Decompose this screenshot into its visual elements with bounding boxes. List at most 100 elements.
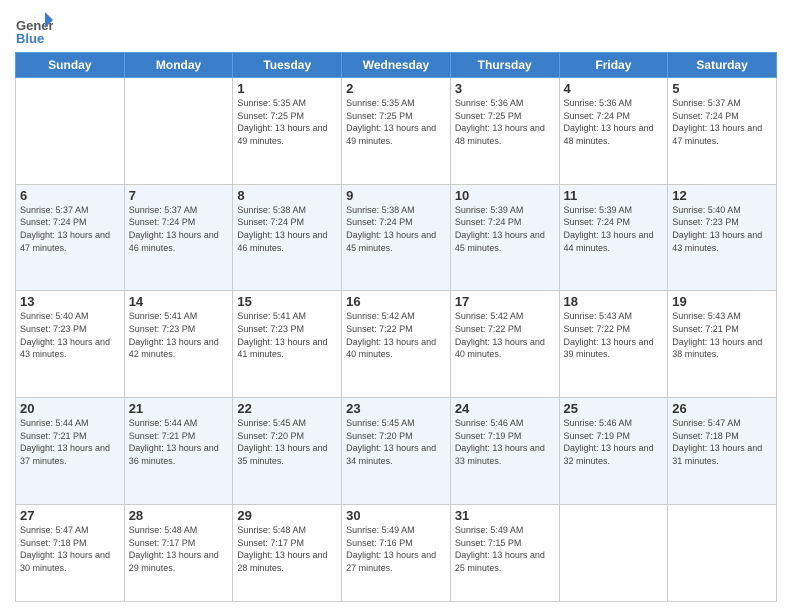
day-info: Sunrise: 5:46 AMSunset: 7:19 PMDaylight:… xyxy=(455,417,555,467)
day-info: Sunrise: 5:41 AMSunset: 7:23 PMDaylight:… xyxy=(237,310,337,360)
day-number: 11 xyxy=(564,188,664,203)
day-number: 3 xyxy=(455,81,555,96)
day-number: 23 xyxy=(346,401,446,416)
day-number: 6 xyxy=(20,188,120,203)
day-header: Thursday xyxy=(450,53,559,78)
calendar-cell xyxy=(16,78,125,185)
calendar-cell: 30Sunrise: 5:49 AMSunset: 7:16 PMDayligh… xyxy=(342,504,451,601)
day-number: 14 xyxy=(129,294,229,309)
day-header: Saturday xyxy=(668,53,777,78)
day-info: Sunrise: 5:38 AMSunset: 7:24 PMDaylight:… xyxy=(237,204,337,254)
day-number: 1 xyxy=(237,81,337,96)
calendar-week-row: 13Sunrise: 5:40 AMSunset: 7:23 PMDayligh… xyxy=(16,291,777,398)
calendar-cell: 25Sunrise: 5:46 AMSunset: 7:19 PMDayligh… xyxy=(559,398,668,505)
day-number: 4 xyxy=(564,81,664,96)
day-header: Sunday xyxy=(16,53,125,78)
day-number: 18 xyxy=(564,294,664,309)
day-number: 9 xyxy=(346,188,446,203)
calendar-cell: 21Sunrise: 5:44 AMSunset: 7:21 PMDayligh… xyxy=(124,398,233,505)
calendar-cell: 24Sunrise: 5:46 AMSunset: 7:19 PMDayligh… xyxy=(450,398,559,505)
day-number: 22 xyxy=(237,401,337,416)
day-info: Sunrise: 5:47 AMSunset: 7:18 PMDaylight:… xyxy=(672,417,772,467)
day-info: Sunrise: 5:42 AMSunset: 7:22 PMDaylight:… xyxy=(455,310,555,360)
day-info: Sunrise: 5:35 AMSunset: 7:25 PMDaylight:… xyxy=(237,97,337,147)
day-info: Sunrise: 5:40 AMSunset: 7:23 PMDaylight:… xyxy=(672,204,772,254)
calendar-week-row: 6Sunrise: 5:37 AMSunset: 7:24 PMDaylight… xyxy=(16,184,777,291)
day-header: Monday xyxy=(124,53,233,78)
calendar-cell: 7Sunrise: 5:37 AMSunset: 7:24 PMDaylight… xyxy=(124,184,233,291)
calendar-cell: 16Sunrise: 5:42 AMSunset: 7:22 PMDayligh… xyxy=(342,291,451,398)
day-info: Sunrise: 5:37 AMSunset: 7:24 PMDaylight:… xyxy=(672,97,772,147)
day-info: Sunrise: 5:39 AMSunset: 7:24 PMDaylight:… xyxy=(455,204,555,254)
day-number: 25 xyxy=(564,401,664,416)
calendar-cell: 3Sunrise: 5:36 AMSunset: 7:25 PMDaylight… xyxy=(450,78,559,185)
day-number: 7 xyxy=(129,188,229,203)
day-number: 17 xyxy=(455,294,555,309)
calendar-cell: 12Sunrise: 5:40 AMSunset: 7:23 PMDayligh… xyxy=(668,184,777,291)
day-number: 5 xyxy=(672,81,772,96)
calendar-cell: 18Sunrise: 5:43 AMSunset: 7:22 PMDayligh… xyxy=(559,291,668,398)
calendar-cell: 23Sunrise: 5:45 AMSunset: 7:20 PMDayligh… xyxy=(342,398,451,505)
day-number: 12 xyxy=(672,188,772,203)
day-info: Sunrise: 5:45 AMSunset: 7:20 PMDaylight:… xyxy=(346,417,446,467)
calendar-cell: 31Sunrise: 5:49 AMSunset: 7:15 PMDayligh… xyxy=(450,504,559,601)
day-info: Sunrise: 5:49 AMSunset: 7:15 PMDaylight:… xyxy=(455,524,555,574)
calendar-cell: 6Sunrise: 5:37 AMSunset: 7:24 PMDaylight… xyxy=(16,184,125,291)
calendar-cell: 20Sunrise: 5:44 AMSunset: 7:21 PMDayligh… xyxy=(16,398,125,505)
calendar-table: SundayMondayTuesdayWednesdayThursdayFrid… xyxy=(15,52,777,602)
calendar-week-row: 1Sunrise: 5:35 AMSunset: 7:25 PMDaylight… xyxy=(16,78,777,185)
header: General Blue xyxy=(15,10,777,48)
logo-icon: General Blue xyxy=(15,10,53,48)
day-number: 10 xyxy=(455,188,555,203)
calendar-week-row: 20Sunrise: 5:44 AMSunset: 7:21 PMDayligh… xyxy=(16,398,777,505)
calendar-cell: 14Sunrise: 5:41 AMSunset: 7:23 PMDayligh… xyxy=(124,291,233,398)
logo: General Blue xyxy=(15,10,53,48)
calendar-cell xyxy=(124,78,233,185)
calendar-cell xyxy=(668,504,777,601)
day-number: 31 xyxy=(455,508,555,523)
calendar-cell: 11Sunrise: 5:39 AMSunset: 7:24 PMDayligh… xyxy=(559,184,668,291)
day-info: Sunrise: 5:37 AMSunset: 7:24 PMDaylight:… xyxy=(20,204,120,254)
day-number: 24 xyxy=(455,401,555,416)
calendar-cell: 9Sunrise: 5:38 AMSunset: 7:24 PMDaylight… xyxy=(342,184,451,291)
day-info: Sunrise: 5:39 AMSunset: 7:24 PMDaylight:… xyxy=(564,204,664,254)
day-number: 27 xyxy=(20,508,120,523)
calendar-cell: 1Sunrise: 5:35 AMSunset: 7:25 PMDaylight… xyxy=(233,78,342,185)
day-number: 29 xyxy=(237,508,337,523)
day-info: Sunrise: 5:41 AMSunset: 7:23 PMDaylight:… xyxy=(129,310,229,360)
calendar-cell: 15Sunrise: 5:41 AMSunset: 7:23 PMDayligh… xyxy=(233,291,342,398)
day-number: 19 xyxy=(672,294,772,309)
day-info: Sunrise: 5:42 AMSunset: 7:22 PMDaylight:… xyxy=(346,310,446,360)
day-info: Sunrise: 5:43 AMSunset: 7:21 PMDaylight:… xyxy=(672,310,772,360)
calendar-cell: 5Sunrise: 5:37 AMSunset: 7:24 PMDaylight… xyxy=(668,78,777,185)
day-info: Sunrise: 5:36 AMSunset: 7:25 PMDaylight:… xyxy=(455,97,555,147)
day-number: 21 xyxy=(129,401,229,416)
calendar-cell: 13Sunrise: 5:40 AMSunset: 7:23 PMDayligh… xyxy=(16,291,125,398)
calendar-cell: 8Sunrise: 5:38 AMSunset: 7:24 PMDaylight… xyxy=(233,184,342,291)
calendar-cell: 17Sunrise: 5:42 AMSunset: 7:22 PMDayligh… xyxy=(450,291,559,398)
day-info: Sunrise: 5:48 AMSunset: 7:17 PMDaylight:… xyxy=(237,524,337,574)
calendar-cell: 19Sunrise: 5:43 AMSunset: 7:21 PMDayligh… xyxy=(668,291,777,398)
day-number: 16 xyxy=(346,294,446,309)
calendar-cell: 29Sunrise: 5:48 AMSunset: 7:17 PMDayligh… xyxy=(233,504,342,601)
calendar-cell: 26Sunrise: 5:47 AMSunset: 7:18 PMDayligh… xyxy=(668,398,777,505)
day-info: Sunrise: 5:47 AMSunset: 7:18 PMDaylight:… xyxy=(20,524,120,574)
day-info: Sunrise: 5:44 AMSunset: 7:21 PMDaylight:… xyxy=(129,417,229,467)
day-info: Sunrise: 5:38 AMSunset: 7:24 PMDaylight:… xyxy=(346,204,446,254)
day-info: Sunrise: 5:43 AMSunset: 7:22 PMDaylight:… xyxy=(564,310,664,360)
day-header: Tuesday xyxy=(233,53,342,78)
day-number: 28 xyxy=(129,508,229,523)
day-header: Wednesday xyxy=(342,53,451,78)
day-header: Friday xyxy=(559,53,668,78)
calendar-cell: 28Sunrise: 5:48 AMSunset: 7:17 PMDayligh… xyxy=(124,504,233,601)
day-number: 20 xyxy=(20,401,120,416)
day-info: Sunrise: 5:44 AMSunset: 7:21 PMDaylight:… xyxy=(20,417,120,467)
calendar-cell: 10Sunrise: 5:39 AMSunset: 7:24 PMDayligh… xyxy=(450,184,559,291)
calendar-cell xyxy=(559,504,668,601)
calendar-cell: 2Sunrise: 5:35 AMSunset: 7:25 PMDaylight… xyxy=(342,78,451,185)
day-number: 15 xyxy=(237,294,337,309)
calendar-cell: 4Sunrise: 5:36 AMSunset: 7:24 PMDaylight… xyxy=(559,78,668,185)
day-info: Sunrise: 5:48 AMSunset: 7:17 PMDaylight:… xyxy=(129,524,229,574)
day-number: 13 xyxy=(20,294,120,309)
day-number: 2 xyxy=(346,81,446,96)
